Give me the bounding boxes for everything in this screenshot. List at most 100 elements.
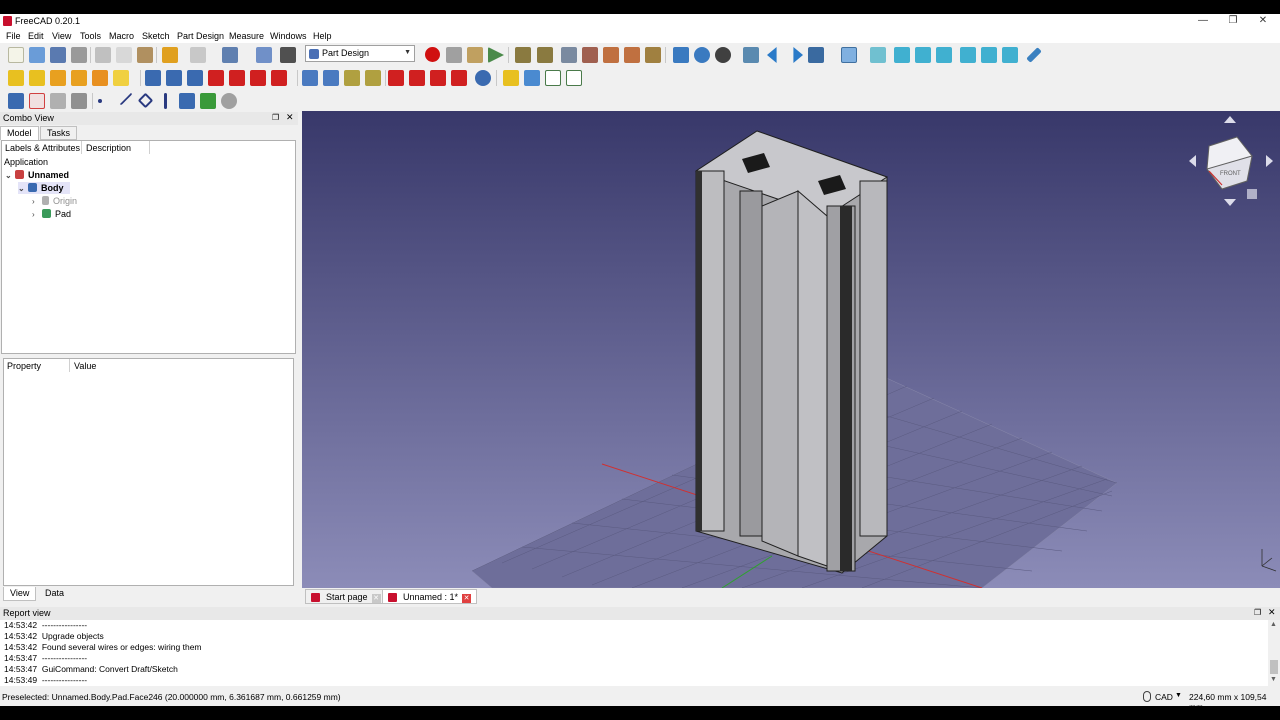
menu-measure[interactable]: Measure [229, 31, 264, 41]
minimize-button[interactable]: — [1188, 14, 1218, 29]
macros-icon[interactable] [467, 47, 483, 63]
close-panel-icon[interactable]: ✕ [1268, 607, 1276, 618]
fit-selection-icon[interactable] [694, 47, 710, 63]
paste-icon[interactable] [137, 47, 153, 63]
clone-icon[interactable] [221, 93, 237, 109]
thickness-icon[interactable] [451, 70, 467, 86]
menu-view[interactable]: View [52, 31, 71, 41]
back-arrow-icon[interactable] [767, 47, 777, 63]
draw-style-icon[interactable] [715, 47, 731, 63]
fit-all-icon[interactable] [673, 47, 689, 63]
folder-icon[interactable] [524, 70, 540, 86]
create-sketch-icon[interactable] [29, 93, 45, 109]
subtractive-helix-icon[interactable] [250, 70, 266, 86]
pad-icon[interactable] [8, 70, 24, 86]
subshape-binder-icon[interactable] [200, 93, 216, 109]
3d-viewport[interactable]: FRONT [302, 111, 1280, 588]
undo-icon[interactable] [162, 47, 178, 63]
groove-icon[interactable] [187, 70, 203, 86]
open-icon[interactable] [29, 47, 45, 63]
chevron-right-icon[interactable]: › [32, 196, 42, 208]
datum-point-icon[interactable] [98, 99, 102, 103]
view-bottom-icon[interactable] [981, 47, 997, 63]
menu-windows[interactable]: Windows [270, 31, 307, 41]
tree-item-origin[interactable]: › Origin [32, 195, 77, 207]
tree-header-labels[interactable]: Labels & Attributes [5, 143, 80, 153]
linear-pattern-icon[interactable] [323, 70, 339, 86]
copy-icon[interactable] [116, 47, 132, 63]
subtractive-loft-icon[interactable] [208, 70, 224, 86]
validate-sketch-icon[interactable] [50, 93, 66, 109]
new-document-icon[interactable] [8, 47, 24, 63]
menu-tools[interactable]: Tools [80, 31, 101, 41]
navigation-style-label[interactable]: CAD [1155, 692, 1173, 702]
menu-part-design[interactable]: Part Design [177, 31, 224, 41]
execute-macro-icon[interactable] [488, 47, 504, 63]
additive-helix-icon[interactable] [92, 70, 108, 86]
tree-header-description[interactable]: Description [86, 143, 131, 153]
property-header[interactable]: Property [7, 361, 41, 371]
measure-toggle-all-icon[interactable] [603, 47, 619, 63]
tree-item-body[interactable]: ⌄ Body [18, 182, 70, 194]
boolean-icon[interactable] [475, 70, 491, 86]
view-isometric-icon[interactable] [870, 47, 886, 63]
recompute-icon[interactable] [256, 47, 272, 63]
close-icon[interactable]: ✕ [462, 594, 472, 603]
measure-toggle-delta-icon[interactable] [645, 47, 661, 63]
subtractive-pipe-icon[interactable] [229, 70, 245, 86]
menu-macro[interactable]: Macro [109, 31, 134, 41]
forward-arrow-icon[interactable] [793, 47, 803, 63]
additive-primitive-icon[interactable] [113, 70, 129, 86]
export-icon[interactable] [545, 70, 561, 86]
measure-toggle-3d-icon[interactable] [624, 47, 640, 63]
mirrored-icon[interactable] [302, 70, 318, 86]
draft-icon[interactable] [430, 70, 446, 86]
tab-view[interactable]: View [3, 587, 37, 601]
view-rear-icon[interactable] [960, 47, 976, 63]
link-actions-icon[interactable] [808, 47, 824, 63]
subtractive-primitive-icon[interactable] [271, 70, 287, 86]
float-panel-icon[interactable]: ❐ [272, 113, 279, 122]
edit-sketch-icon[interactable] [71, 93, 87, 109]
print-icon[interactable] [71, 47, 87, 63]
cut-icon[interactable] [95, 47, 111, 63]
menu-sketch[interactable]: Sketch [142, 31, 170, 41]
save-icon[interactable] [50, 47, 66, 63]
close-panel-icon[interactable]: ✕ [286, 112, 294, 123]
tree-item-unnamed[interactable]: ⌄ Unnamed [5, 169, 69, 181]
measure-refresh-icon[interactable] [561, 47, 577, 63]
view-top-icon[interactable] [915, 47, 931, 63]
polar-pattern-icon[interactable] [344, 70, 360, 86]
pocket-icon[interactable] [145, 70, 161, 86]
view-front-icon[interactable] [894, 47, 910, 63]
local-coordinate-system-icon[interactable] [164, 93, 167, 109]
bounding-box-icon[interactable] [743, 47, 759, 63]
close-button[interactable]: ✕ [1248, 14, 1278, 29]
tab-model[interactable]: Model [0, 126, 39, 140]
report-scrollbar[interactable]: ▲ ▼ [1268, 620, 1280, 686]
std-views-icon[interactable] [841, 47, 857, 63]
measure-distance-icon[interactable] [1026, 47, 1042, 63]
menu-edit[interactable]: Edit [28, 31, 44, 41]
additive-pipe-icon[interactable] [71, 70, 87, 86]
multi-transform-icon[interactable] [365, 70, 381, 86]
datum-plane-icon[interactable] [137, 92, 154, 109]
measure-angular-icon[interactable] [537, 47, 553, 63]
report-view-log[interactable]: 14:53:42 ---------------- 14:53:42 Upgra… [0, 620, 1268, 686]
shape-binder-icon[interactable] [503, 70, 519, 86]
stop-macro-icon[interactable] [446, 47, 462, 63]
view-left-icon[interactable] [1002, 47, 1018, 63]
scroll-down-icon[interactable]: ▼ [1270, 676, 1277, 683]
hole-icon[interactable] [166, 70, 182, 86]
import-icon[interactable] [566, 70, 582, 86]
chevron-down-icon[interactable]: ⌄ [18, 183, 28, 195]
view-right-icon[interactable] [936, 47, 952, 63]
float-panel-icon[interactable]: ❐ [1254, 608, 1261, 617]
tab-data[interactable]: Data [39, 587, 70, 601]
refresh-check-icon[interactable] [222, 47, 238, 63]
close-icon[interactable]: ✕ [371, 594, 381, 603]
revolution-icon[interactable] [29, 70, 45, 86]
restore-button[interactable]: ❐ [1218, 14, 1248, 29]
tab-unnamed[interactable]: Unnamed : 1* ✕ [382, 589, 478, 604]
tab-tasks[interactable]: Tasks [40, 126, 78, 140]
